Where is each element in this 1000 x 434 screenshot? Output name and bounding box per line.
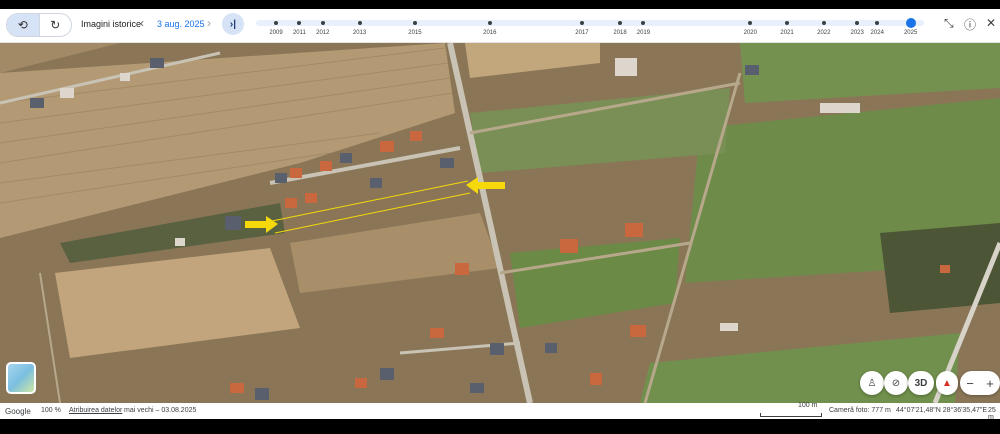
timeline-year-label: 2013 [352,30,367,36]
tilt-off-icon[interactable]: ⊘ [884,371,908,395]
timeline-tick-2015[interactable] [412,21,417,25]
timeline-year-label: 2017 [575,30,589,36]
imagery-date: mai vechi – 03.08.2025 [124,407,197,414]
skip-to-end-icon[interactable]: ›| [222,13,244,35]
timeline-year-label: 2015 [408,30,422,36]
close-icon[interactable]: ✕ [986,16,996,30]
rotate-icon[interactable]: ↻ [38,14,72,36]
zoom-in-button[interactable]: + [986,376,994,391]
timeline-year-label: 2020 [743,30,757,36]
timeline-tick-2019[interactable] [641,21,646,25]
historical-imagery-window: ⟲ ↻ Imagini istorice ‹ 3 aug. 2025 › ›| … [0,9,1000,419]
current-date: 3 aug. 2025 [157,19,205,29]
history-toolbar: ⟲ ↻ Imagini istorice ‹ 3 aug. 2025 › ›| … [0,9,1000,43]
help-icon[interactable]: ⓘ [964,16,976,33]
elevation: 25 m [988,407,996,419]
timeline-year-label: 2025 [903,30,918,36]
timeline-tick-2013[interactable] [357,21,362,25]
scale-label: 100 m [798,402,818,409]
status-bar: Google 100 % Atribuirea datelor mai vech… [0,402,1000,419]
chevron-right-icon[interactable]: › [207,16,211,30]
layer-thumbnail[interactable] [6,362,36,394]
timeline-tick-2020[interactable] [748,21,753,25]
timeline-year-label: 2012 [316,30,330,36]
compass-icon[interactable]: ▲ [936,371,958,395]
history-icon[interactable]: ⟲ [7,14,39,36]
zoom-out-button[interactable]: − [966,376,974,391]
timeline-tick-2011[interactable] [297,21,302,25]
timeline-tick-2025[interactable] [905,18,916,28]
timeline-year-label: 2016 [483,30,497,36]
history-title: Imagini istorice [81,19,142,29]
camera-altitude: Cameră foto: 777 m [829,407,891,414]
timeline-year-label: 2019 [636,30,651,36]
timeline-year-label: 2022 [817,30,831,36]
view-3d-button[interactable]: 3D [908,371,934,395]
google-logo: Google [5,407,31,416]
timeline-year-label: 2023 [850,30,864,36]
satellite-imagery [0,43,1000,403]
chevron-left-icon[interactable]: ‹ [140,16,144,30]
timeline-tick-2012[interactable] [320,21,325,25]
data-attribution-link[interactable]: Atribuirea datelor [69,407,122,414]
zoom-controls: − + [960,371,1000,395]
timeline-tick-2009[interactable] [274,21,279,25]
view-toggle: ⟲ ↻ [6,13,72,37]
timeline-tick-2024[interactable] [875,21,880,25]
collapse-icon[interactable]: ⤡ [944,16,954,31]
satellite-map[interactable]: ♙ ⊘ 3D ▲ − + [0,43,1000,403]
timeline-year-label: 2011 [292,30,306,36]
timeline-slider[interactable] [256,18,924,28]
timeline-tick-2018[interactable] [618,21,623,25]
timeline-tick-2021[interactable] [785,21,790,25]
scale-bar [760,413,822,417]
timeline-year-label: 2009 [269,30,283,36]
timeline-tick-2023[interactable] [855,21,860,25]
coordinates: 44°07'21,48"N 28°36'35,47"E [896,407,988,414]
timeline-tick-2016[interactable] [487,21,492,25]
timeline-year-label: 2018 [613,30,627,36]
pegman-icon[interactable]: ♙ [860,371,884,395]
timeline-tick-2017[interactable] [579,21,584,25]
timeline-year-label: 2021 [780,30,794,36]
timeline-year-label: 2024 [870,30,884,36]
timeline-tick-2022[interactable] [821,21,826,25]
zoom-level: 100 % [41,407,61,414]
